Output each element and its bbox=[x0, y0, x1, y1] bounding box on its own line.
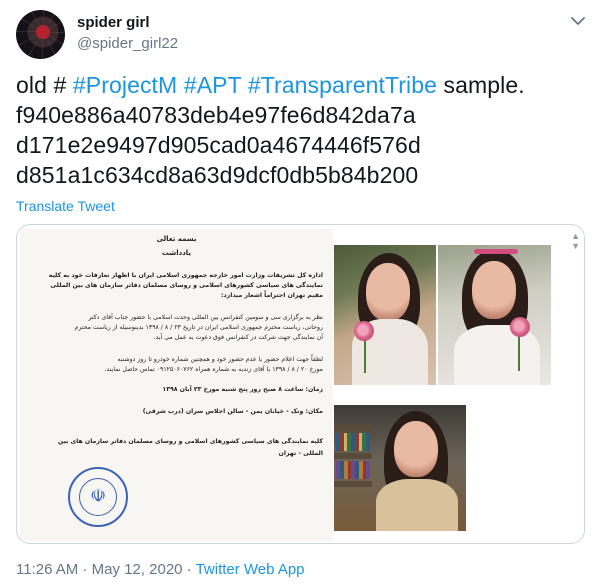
tweet-timestamp: 11:26 AM · May 12, 2020 · Twitter Web Ap… bbox=[16, 561, 305, 578]
tweet-text: old # #ProjectM #APT #TransparentTribe s… bbox=[16, 70, 586, 190]
emblem-seal: ☫ bbox=[68, 467, 128, 527]
doc-heading: بسمه تعالی bbox=[156, 235, 197, 243]
tweet-text-line-1: old # #ProjectM #APT #TransparentTribe s… bbox=[16, 70, 586, 100]
hashtag-transparenttribe[interactable]: #TransparentTribe bbox=[248, 72, 437, 98]
doc-line: لطفاً جهت اعلام حضور یا عدم حضور خود و ه… bbox=[117, 356, 323, 363]
translate-tweet-link[interactable]: Translate Tweet bbox=[16, 198, 115, 214]
photo-woman-with-rose-1 bbox=[334, 245, 436, 385]
document-scan: بسمه تعالی یادداشت اداره کل تشریفات وزار… bbox=[20, 229, 333, 541]
chevron-down-icon[interactable] bbox=[569, 12, 587, 30]
user-display-name[interactable]: spider girl bbox=[77, 14, 150, 31]
tweet-card: spider girl @spider_girl22 old # #Projec… bbox=[0, 0, 601, 588]
expand-icon: ▲ ▼ bbox=[571, 231, 580, 251]
timestamp-separator: · bbox=[78, 561, 92, 578]
doc-line: مورخ ۲۰ / ۸ / ۱۳۹۸ با آقای زندیه به شمار… bbox=[104, 366, 323, 373]
doc-line: اداره کل تشریفات وزارت امور خارجه جمهوری… bbox=[48, 272, 323, 279]
avatar[interactable] bbox=[16, 10, 65, 59]
doc-line: مقیم تهران احتراماً اشعار میدارد: bbox=[220, 292, 323, 299]
media-image[interactable]: بسمه تعالی یادداشت اداره کل تشریفات وزار… bbox=[16, 224, 585, 544]
doc-line: مکان: ونک - خیابان یمن - سالن اجلاس سران… bbox=[142, 408, 323, 415]
tweet-time[interactable]: 11:26 AM bbox=[16, 561, 78, 578]
tweet-text-prefix: old # bbox=[16, 72, 73, 98]
source-app-link[interactable]: Twitter Web App bbox=[196, 561, 305, 578]
tweet-text-suffix: sample. bbox=[437, 72, 525, 98]
hash-line-3: d851a1c634cd8a63d9dcf0db5b84b200 bbox=[16, 162, 419, 188]
doc-line: المللی - تهران bbox=[278, 450, 323, 457]
doc-subheading: یادداشت bbox=[161, 249, 192, 257]
doc-line: نمایندگی های سیاسی کشورهای اسلامی و روسا… bbox=[50, 282, 323, 289]
doc-line: نظر به برگزاری سی و سومین کنفرانس بین ال… bbox=[88, 314, 323, 321]
photo-woman-with-rose-2 bbox=[438, 245, 551, 385]
photo-woman-bookshelf bbox=[334, 405, 466, 531]
doc-line: کلیه نمایندگی های سیاسی کشورهای اسلامی و… bbox=[57, 438, 323, 445]
user-handle[interactable]: @spider_girl22 bbox=[77, 35, 178, 52]
hash-line-1: f940e886a40783deb4e97fe6d842da7a bbox=[16, 102, 416, 128]
timestamp-separator: · bbox=[182, 561, 196, 578]
tweet-date[interactable]: May 12, 2020 bbox=[92, 561, 183, 578]
hash-line-2: d171e2e9497d905cad0a4674446f576d bbox=[16, 132, 421, 158]
doc-line: زمان: ساعت ۸ صبح روز پنج شنبه مورخ ۲۳ آب… bbox=[162, 386, 323, 393]
hashtag-projectm[interactable]: #ProjectM bbox=[73, 72, 177, 98]
doc-line: آن نمایندگی جهت شرکت در کنفرانس فوق دعوت… bbox=[153, 334, 323, 341]
doc-line: روحانی، ریاست محترم جمهوری اسلامی ایران … bbox=[74, 324, 323, 331]
hashtag-apt[interactable]: #APT bbox=[184, 72, 242, 98]
